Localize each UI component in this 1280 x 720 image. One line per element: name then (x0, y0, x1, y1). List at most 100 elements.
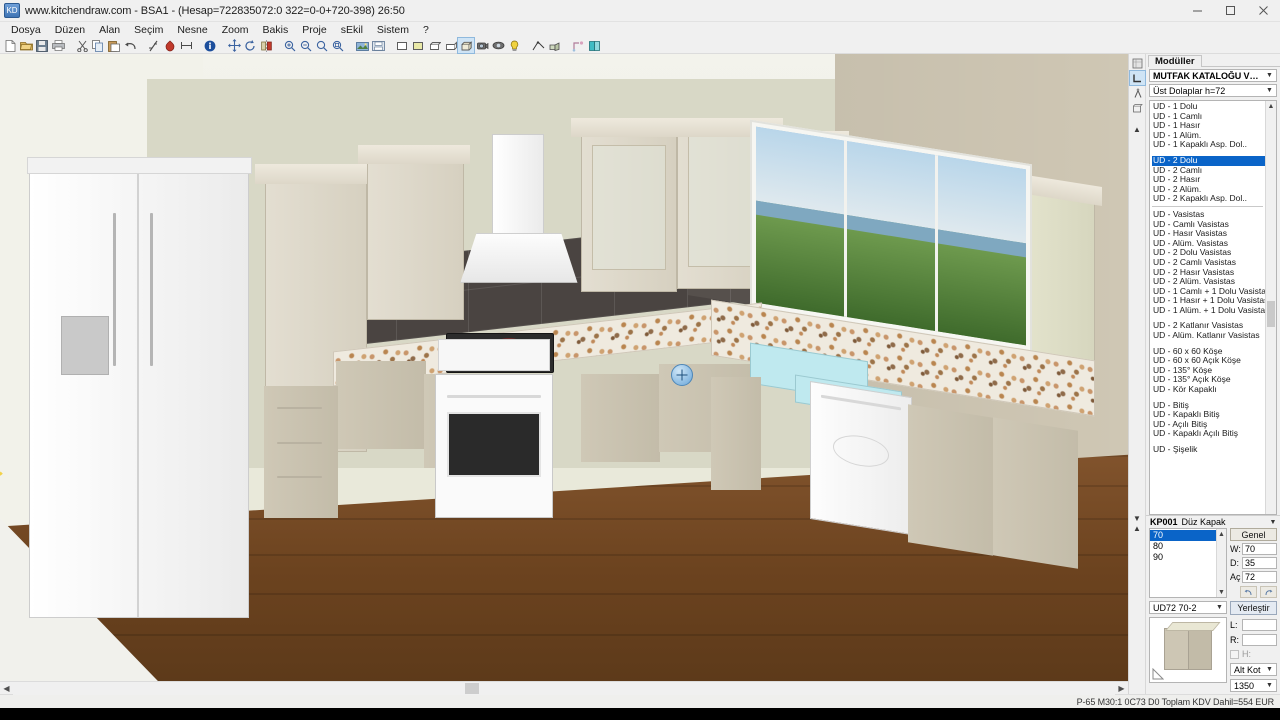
walkthrough-icon[interactable] (490, 38, 506, 53)
flip-right-icon[interactable] (1260, 586, 1277, 598)
print-icon[interactable] (50, 38, 66, 53)
object-tool-icon[interactable] (1130, 86, 1145, 100)
cooker-hood-duct[interactable] (491, 134, 544, 248)
dishwasher[interactable] (809, 381, 912, 536)
depth-input[interactable]: 35 (1242, 557, 1277, 569)
level-height-dropdown[interactable]: 1350 ▼ (1230, 679, 1277, 692)
menu-help[interactable]: ? (416, 22, 436, 38)
plan-tools-icon[interactable] (570, 38, 586, 53)
annotate-icon[interactable] (162, 38, 178, 53)
menu-secim[interactable]: Seçim (127, 22, 170, 38)
measure-icon[interactable] (146, 38, 162, 53)
menu-proje[interactable]: Proje (295, 22, 334, 38)
menu-bakis[interactable]: Bakis (256, 22, 296, 38)
tab-moduller[interactable]: Modüller (1148, 55, 1202, 67)
level-dropdown[interactable]: Alt Kot ▼ (1230, 663, 1277, 676)
scroll-right-icon[interactable]: ▶ (1115, 682, 1128, 695)
module-list-scrollbar[interactable]: ▲ (1265, 101, 1276, 514)
module-list-item[interactable]: UD - Kör Kapaklı (1152, 384, 1265, 395)
width-input[interactable]: 70 (1242, 543, 1277, 555)
base-cabinet-right-1[interactable] (710, 376, 762, 490)
open-folder-icon[interactable] (18, 38, 34, 53)
chevron-down-icon[interactable]: ▼ (1263, 680, 1276, 691)
size-list[interactable]: 70 80 90 (1150, 529, 1216, 597)
rotate-icon[interactable] (242, 38, 258, 53)
menu-sekil[interactable]: sEkil (334, 22, 370, 38)
cut-scissors-icon[interactable] (74, 38, 90, 53)
chevron-down-icon[interactable]: ▼ (1263, 85, 1276, 96)
close-button[interactable] (1247, 0, 1280, 22)
hscroll-track[interactable] (13, 681, 1115, 695)
perspective-icon[interactable] (546, 38, 562, 53)
hscroll-thumb[interactable] (464, 682, 479, 694)
variant-dropdown[interactable]: UD72 70-2 ▼ (1149, 601, 1227, 614)
chevron-down-icon[interactable]: ▼ (1217, 587, 1226, 597)
size-list-scrollbar[interactable]: ▲ ▼ (1216, 529, 1226, 597)
general-button[interactable]: Genel (1230, 528, 1277, 541)
family-dropdown[interactable]: Üst Dolaplar h=72 ▼ (1149, 84, 1277, 97)
chevron-up-icon[interactable]: ▲ (1217, 529, 1226, 539)
chevron-down-icon[interactable]: ▼ (1263, 70, 1276, 81)
zoom-out-icon[interactable] (298, 38, 314, 53)
zoom-window-icon[interactable] (314, 38, 330, 53)
save-image-icon[interactable] (370, 38, 386, 53)
menu-zoom[interactable]: Zoom (215, 22, 256, 38)
chevron-down-icon[interactable]: ▼ (1213, 602, 1226, 613)
resize-corner-icon[interactable] (1152, 667, 1165, 680)
maximize-button[interactable] (1214, 0, 1247, 22)
left-input[interactable] (1242, 619, 1277, 631)
mirror-icon[interactable] (258, 38, 274, 53)
module-list-item[interactable]: UD - Alüm. Katlanır Vasistas (1152, 330, 1265, 341)
chevron-up-icon[interactable]: ▲ (1133, 524, 1141, 533)
fridge-handle-right[interactable] (150, 212, 153, 366)
module-list-item[interactable]: UD - Şişelik (1152, 444, 1265, 455)
base-cabinet-3[interactable] (580, 373, 660, 462)
chevron-down-icon[interactable]: ▼ (1133, 514, 1141, 523)
info-icon[interactable] (202, 38, 218, 53)
view-3d-icon[interactable] (457, 37, 475, 54)
view-solid-icon[interactable] (410, 38, 426, 53)
view-top-icon[interactable] (426, 38, 442, 53)
camera-icon[interactable] (474, 38, 490, 53)
height-checkbox-row[interactable]: H: (1230, 649, 1277, 659)
module-list-item[interactable]: UD - 1 Alüm. + 1 Dolu Vasistas (1152, 305, 1265, 316)
color-palette-icon[interactable] (586, 38, 602, 53)
render-photo-icon[interactable] (354, 38, 370, 53)
size-option[interactable]: 70 (1150, 530, 1216, 541)
menu-sistem[interactable]: Sistem (370, 22, 416, 38)
paste-icon[interactable] (106, 38, 122, 53)
size-option[interactable]: 80 (1150, 541, 1216, 552)
right-input[interactable] (1242, 634, 1277, 646)
built-in-oven[interactable] (435, 373, 553, 518)
dimension-icon[interactable] (178, 38, 194, 53)
base-cabinet-1[interactable] (336, 361, 427, 449)
flip-left-icon[interactable] (1240, 586, 1257, 598)
module-scroll-thumb[interactable] (1267, 301, 1275, 327)
undo-icon[interactable] (122, 38, 138, 53)
scroll-left-icon[interactable]: ◀ (0, 682, 13, 695)
module-list-item[interactable]: UD - Kapaklı Açılı Bitiş (1152, 429, 1265, 439)
catalog-dropdown[interactable]: MUTFAK KATALOĞU V3 TR - KL ▼ (1149, 69, 1277, 82)
base-cabinet-drawers[interactable] (263, 386, 339, 518)
kitchen-3d-scene[interactable] (0, 54, 1128, 681)
section-icon[interactable] (530, 38, 546, 53)
zoom-all-icon[interactable] (330, 38, 346, 53)
view-elevation-icon[interactable] (442, 38, 458, 53)
move-icon[interactable] (226, 38, 242, 53)
view-wireframe-icon[interactable] (394, 38, 410, 53)
menu-alan[interactable]: Alan (92, 22, 127, 38)
height-input[interactable]: 72 (1242, 571, 1277, 583)
oven-handle[interactable] (446, 394, 542, 398)
copy-icon[interactable] (90, 38, 106, 53)
box-tool-icon[interactable] (1130, 101, 1145, 115)
zoom-in-icon[interactable] (282, 38, 298, 53)
side-by-side-fridge[interactable] (29, 166, 250, 619)
chevron-up-icon[interactable]: ▲ (1133, 125, 1141, 134)
chevron-up-icon[interactable]: ▲ (1266, 101, 1276, 112)
menu-nesne[interactable]: Nesne (170, 22, 214, 38)
size-option[interactable]: 90 (1150, 552, 1216, 563)
base-cabinet-right-2[interactable] (908, 404, 993, 557)
cooker-hood[interactable] (460, 232, 578, 283)
viewport-hscrollbar[interactable]: ◀ ▶ (0, 681, 1128, 695)
place-button[interactable]: Yerleştir (1230, 601, 1277, 615)
